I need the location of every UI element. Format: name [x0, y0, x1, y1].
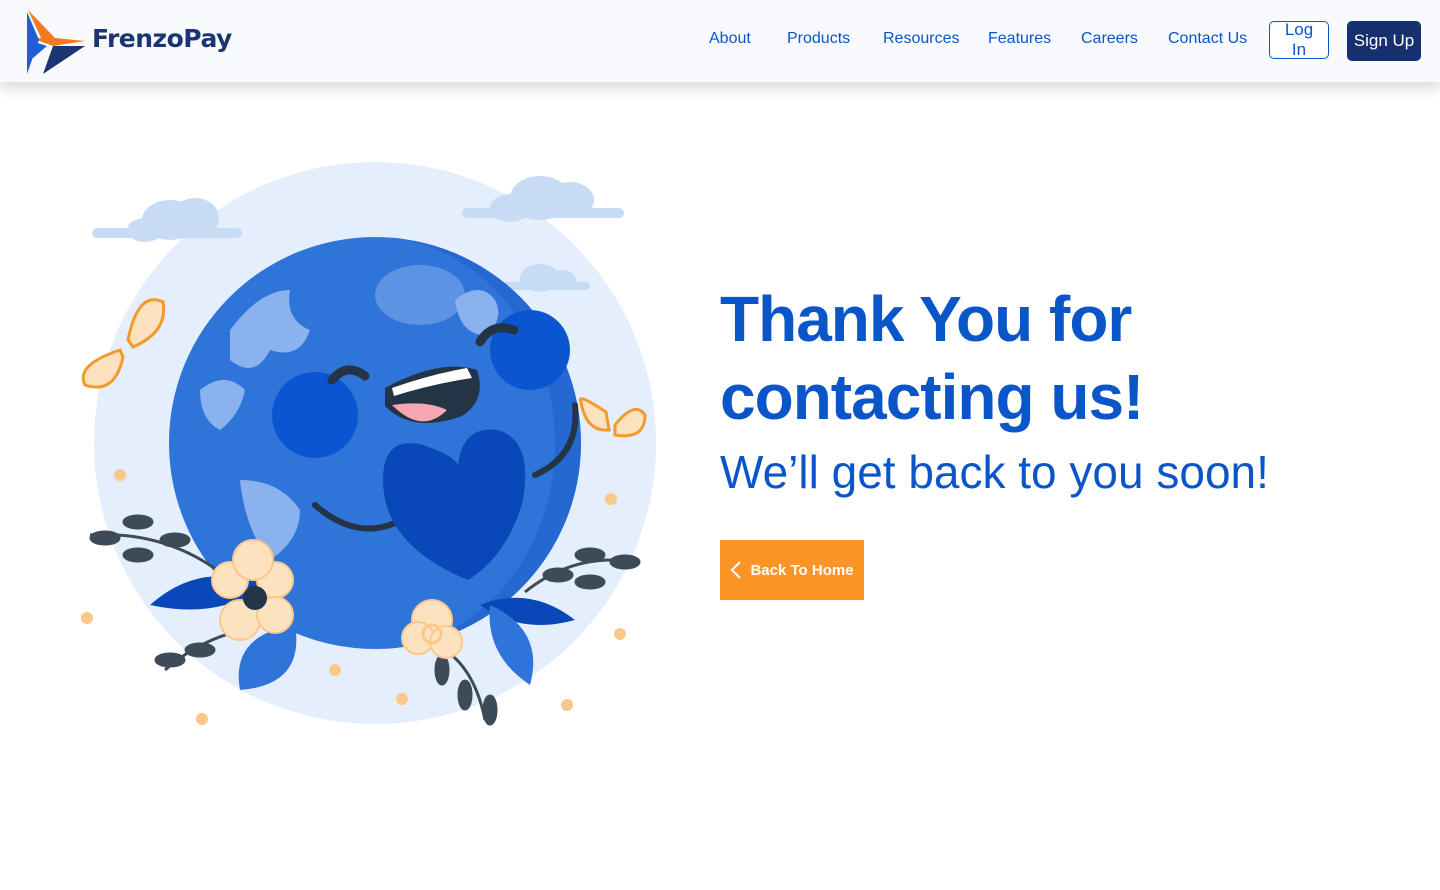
brand-logo[interactable]: FrenzoPay: [25, 7, 232, 77]
site-header: FrenzoPay About Products Resources Featu…: [0, 0, 1440, 82]
frenzopay-logo-icon: [27, 10, 85, 74]
brand-name: FrenzoPay: [92, 24, 232, 53]
back-to-home-label: Back To Home: [750, 561, 854, 579]
signup-button[interactable]: Sign Up: [1347, 21, 1421, 61]
nav-contact-us[interactable]: Contact Us: [1168, 30, 1247, 48]
nav-careers[interactable]: Careers: [1081, 30, 1138, 48]
thank-you-headline: Thank You for contacting us!: [720, 283, 1144, 433]
chevron-left-icon: [730, 561, 742, 579]
back-to-home-button[interactable]: Back To Home: [720, 540, 864, 600]
login-button[interactable]: Log In: [1269, 20, 1329, 59]
thank-you-subline: We’ll get back to you soon!: [720, 446, 1269, 498]
nav-resources[interactable]: Resources: [883, 30, 959, 48]
nav-about[interactable]: About: [709, 30, 751, 48]
nav-features[interactable]: Features: [988, 30, 1051, 48]
earth-illustration: [81, 162, 656, 726]
nav-products[interactable]: Products: [787, 30, 850, 48]
